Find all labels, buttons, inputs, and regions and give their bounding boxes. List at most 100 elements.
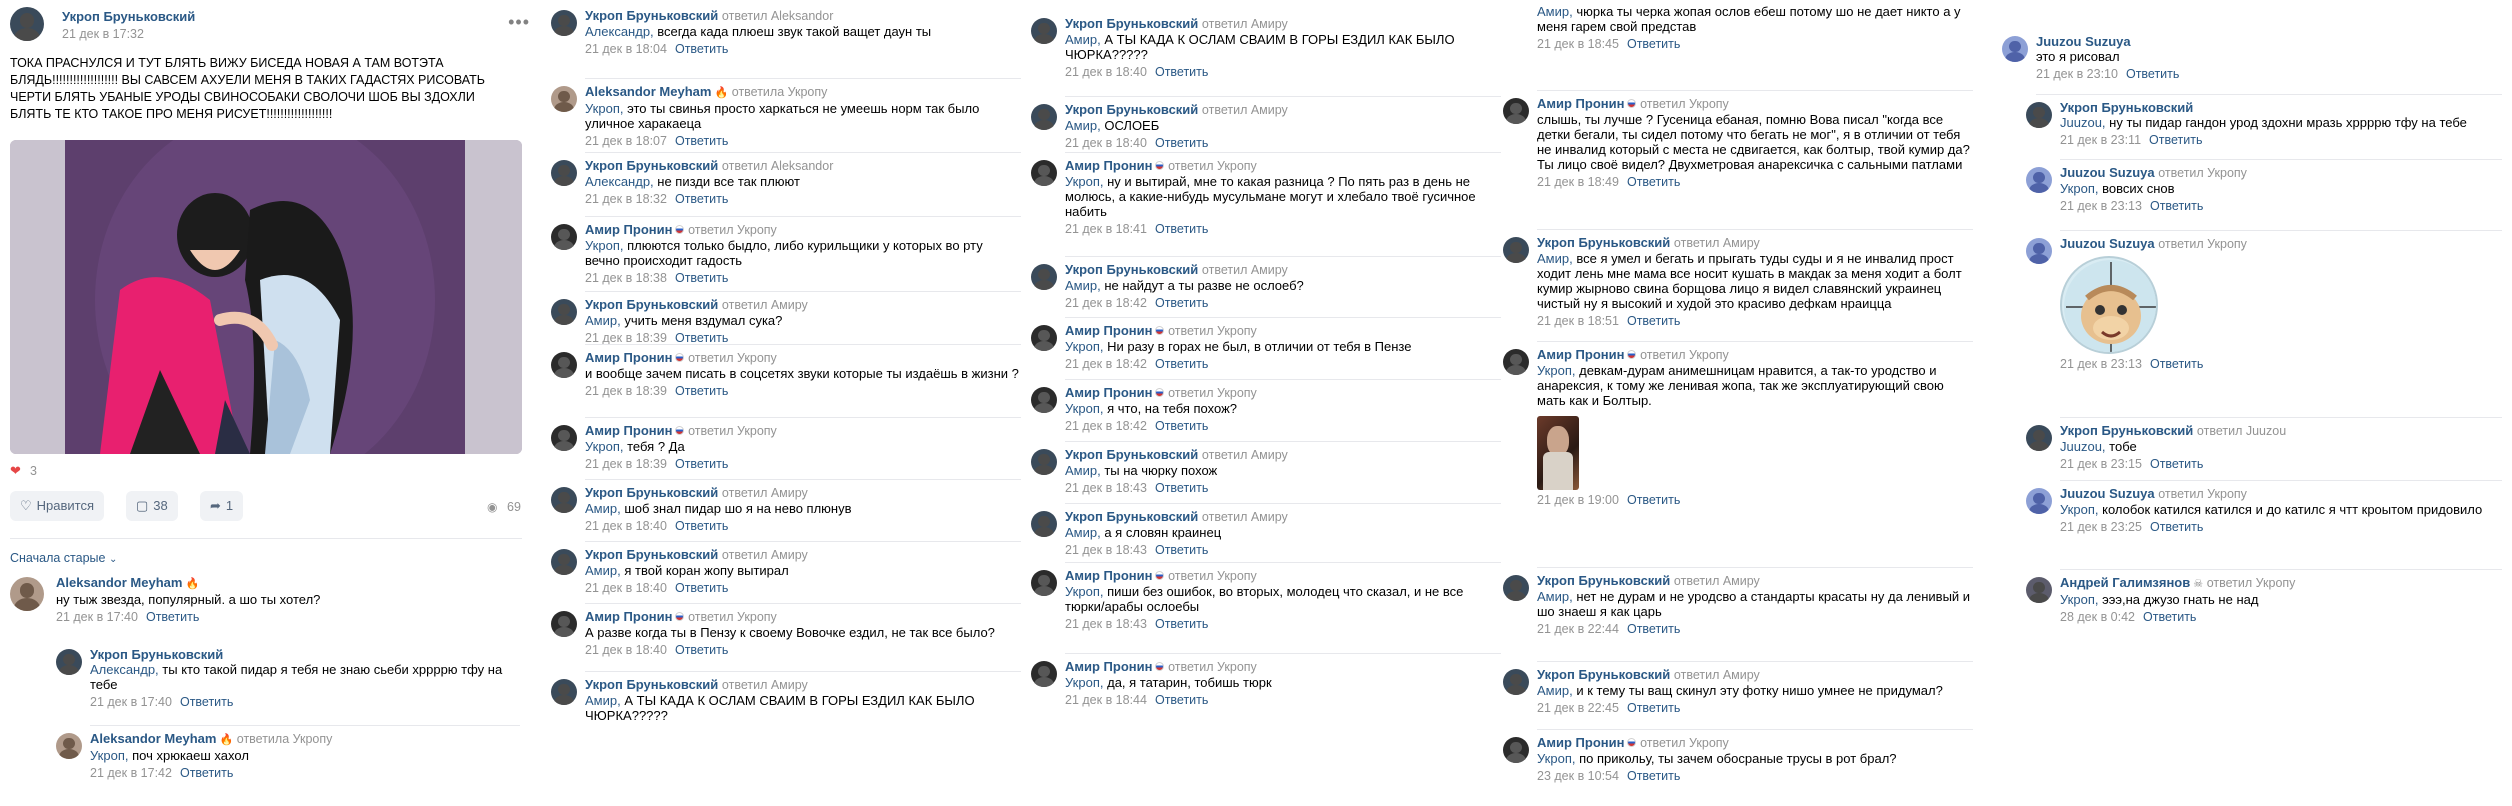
addressee-link[interactable]: Укроп, (1065, 401, 1103, 416)
avatar[interactable] (1031, 325, 1057, 351)
comment-author[interactable]: Укроп Бруньковский (1065, 447, 1198, 462)
comment-date[interactable]: 21 дек в 22:45 (1537, 701, 1619, 715)
reply-link[interactable]: Ответить (1627, 314, 1680, 328)
comment-author[interactable]: Укроп Бруньковский (585, 547, 718, 562)
addressee-link[interactable]: Juuzou, (2060, 439, 2106, 454)
addressee-link[interactable]: Укроп, (2060, 592, 2098, 607)
comment-author[interactable]: Укроп Бруньковский (585, 677, 718, 692)
addressee-link[interactable]: Амир, (1537, 251, 1573, 266)
reply-link[interactable]: Ответить (1155, 136, 1208, 150)
comment-date[interactable]: 21 дек в 18:43 (1065, 543, 1147, 557)
avatar[interactable] (1503, 669, 1529, 695)
addressee-link[interactable]: Укроп, (1065, 174, 1103, 189)
post-date[interactable]: 21 дек в 17:32 (62, 27, 144, 41)
addressee-link[interactable]: Амир, (1537, 589, 1573, 604)
avatar[interactable] (551, 549, 577, 575)
avatar[interactable] (1503, 237, 1529, 263)
reply-link[interactable]: Ответить (675, 134, 728, 148)
avatar[interactable] (2026, 102, 2052, 128)
comment-author[interactable]: Амир Пронин (585, 350, 672, 365)
comment-author[interactable]: Амир Пронин (1537, 735, 1624, 750)
heart-icon[interactable]: ❤ (10, 463, 21, 479)
comment-date[interactable]: 21 дек в 18:04 (585, 42, 667, 56)
comment-author[interactable]: Aleksandor Meyham (90, 731, 216, 746)
comment-date[interactable]: 21 дек в 18:39 (585, 384, 667, 398)
reply-link[interactable]: Ответить (2143, 610, 2196, 624)
avatar[interactable] (2026, 238, 2052, 264)
comment-date[interactable]: 21 дек в 18:39 (585, 331, 667, 345)
reactions-count[interactable]: 3 (30, 464, 37, 478)
comment-author[interactable]: Амир Пронин (1065, 158, 1152, 173)
comment-author[interactable]: Амир Пронин (1065, 659, 1152, 674)
comment-author[interactable]: Укроп Бруньковский (585, 297, 718, 312)
avatar[interactable] (551, 224, 577, 250)
comment-date[interactable]: 21 дек в 23:13 (2060, 357, 2142, 371)
comment-date[interactable]: 21 дек в 23:11 (2060, 133, 2141, 147)
comment-date[interactable]: 21 дек в 18:38 (585, 271, 667, 285)
addressee-link[interactable]: Амир, (1065, 525, 1101, 540)
addressee-link[interactable]: Амир, (1537, 683, 1573, 698)
post-author-name[interactable]: Укроп Бруньковский (62, 9, 195, 24)
comment-date[interactable]: 21 дек в 18:40 (1065, 65, 1147, 79)
sort-dropdown[interactable]: Сначала старые ⌄ (10, 551, 117, 565)
reply-link[interactable]: Ответить (180, 695, 233, 709)
comment-date[interactable]: 21 дек в 23:10 (2036, 67, 2118, 81)
comment-date[interactable]: 21 дек в 23:13 (2060, 199, 2142, 213)
comment-author[interactable]: Укроп Бруньковский (1537, 235, 1670, 250)
avatar[interactable] (1031, 160, 1057, 186)
comment-author[interactable]: Амир Пронин (585, 222, 672, 237)
avatar[interactable] (551, 611, 577, 637)
addressee-link[interactable]: Амир, (1065, 32, 1101, 47)
reply-link[interactable]: Ответить (1155, 617, 1208, 631)
comment-date[interactable]: 21 дек в 17:42 (90, 766, 172, 780)
reply-link[interactable]: Ответить (2150, 357, 2203, 371)
addressee-link[interactable]: Укроп, (585, 101, 623, 116)
like-button[interactable]: ♡ Нравится (10, 491, 105, 521)
reply-link[interactable]: Ответить (1155, 543, 1208, 557)
comment-date[interactable]: 21 дек в 18:39 (585, 457, 667, 471)
comment-date[interactable]: 21 дек в 23:25 (2060, 520, 2142, 534)
addressee-link[interactable]: Укроп, (2060, 181, 2098, 196)
comment-date[interactable]: 28 дек в 0:42 (2060, 610, 2135, 624)
comment-author[interactable]: Укроп Бруньковский (585, 158, 718, 173)
comment-date[interactable]: 21 дек в 18:40 (1065, 136, 1147, 150)
more-icon[interactable]: ••• (508, 12, 530, 33)
comment-date[interactable]: 21 дек в 18:42 (1065, 357, 1147, 371)
avatar[interactable] (1503, 737, 1529, 763)
reply-link[interactable]: Ответить (1627, 622, 1680, 636)
avatar[interactable] (551, 10, 577, 36)
comment-date[interactable]: 21 дек в 18:42 (1065, 419, 1147, 433)
reply-link[interactable]: Ответить (1155, 65, 1208, 79)
reply-link[interactable]: Ответить (1627, 37, 1680, 51)
comment-date[interactable]: 21 дек в 18:41 (1065, 222, 1147, 236)
addressee-link[interactable]: Амир, (1065, 463, 1101, 478)
comment-author[interactable]: Укроп Бруньковский (1537, 667, 1670, 682)
avatar[interactable] (1031, 570, 1057, 596)
avatar[interactable] (551, 425, 577, 451)
post-author-avatar[interactable] (10, 7, 44, 41)
addressee-link[interactable]: Амир, (585, 693, 621, 708)
reply-link[interactable]: Ответить (675, 331, 728, 345)
reply-link[interactable]: Ответить (2150, 199, 2203, 213)
avatar[interactable] (551, 160, 577, 186)
comment-author[interactable]: Juuzou Suzuya (2060, 165, 2155, 180)
addressee-link[interactable]: Амир, (1065, 118, 1101, 133)
avatar[interactable] (56, 649, 82, 675)
comment-author[interactable]: Укроп Бруньковский (2060, 100, 2193, 115)
reply-link[interactable]: Ответить (675, 519, 728, 533)
comment-author[interactable]: Амир Пронин (1065, 568, 1152, 583)
addressee-link[interactable]: Укроп, (90, 748, 128, 763)
avatar[interactable] (1503, 98, 1529, 124)
addressee-link[interactable]: Амир, (585, 501, 621, 516)
addressee-link[interactable]: Александр, (585, 24, 654, 39)
comment-author[interactable]: Укроп Бруньковский (585, 485, 718, 500)
reply-link[interactable]: Ответить (675, 384, 728, 398)
addressee-link[interactable]: Укроп, (1065, 584, 1103, 599)
reply-link[interactable]: Ответить (1155, 222, 1208, 236)
addressee-link[interactable]: Амир, (585, 313, 621, 328)
avatar[interactable] (1031, 661, 1057, 687)
reply-link[interactable]: Ответить (1627, 175, 1680, 189)
avatar[interactable] (551, 86, 577, 112)
addressee-link[interactable]: Амир, (585, 563, 621, 578)
reply-link[interactable]: Ответить (1155, 481, 1208, 495)
